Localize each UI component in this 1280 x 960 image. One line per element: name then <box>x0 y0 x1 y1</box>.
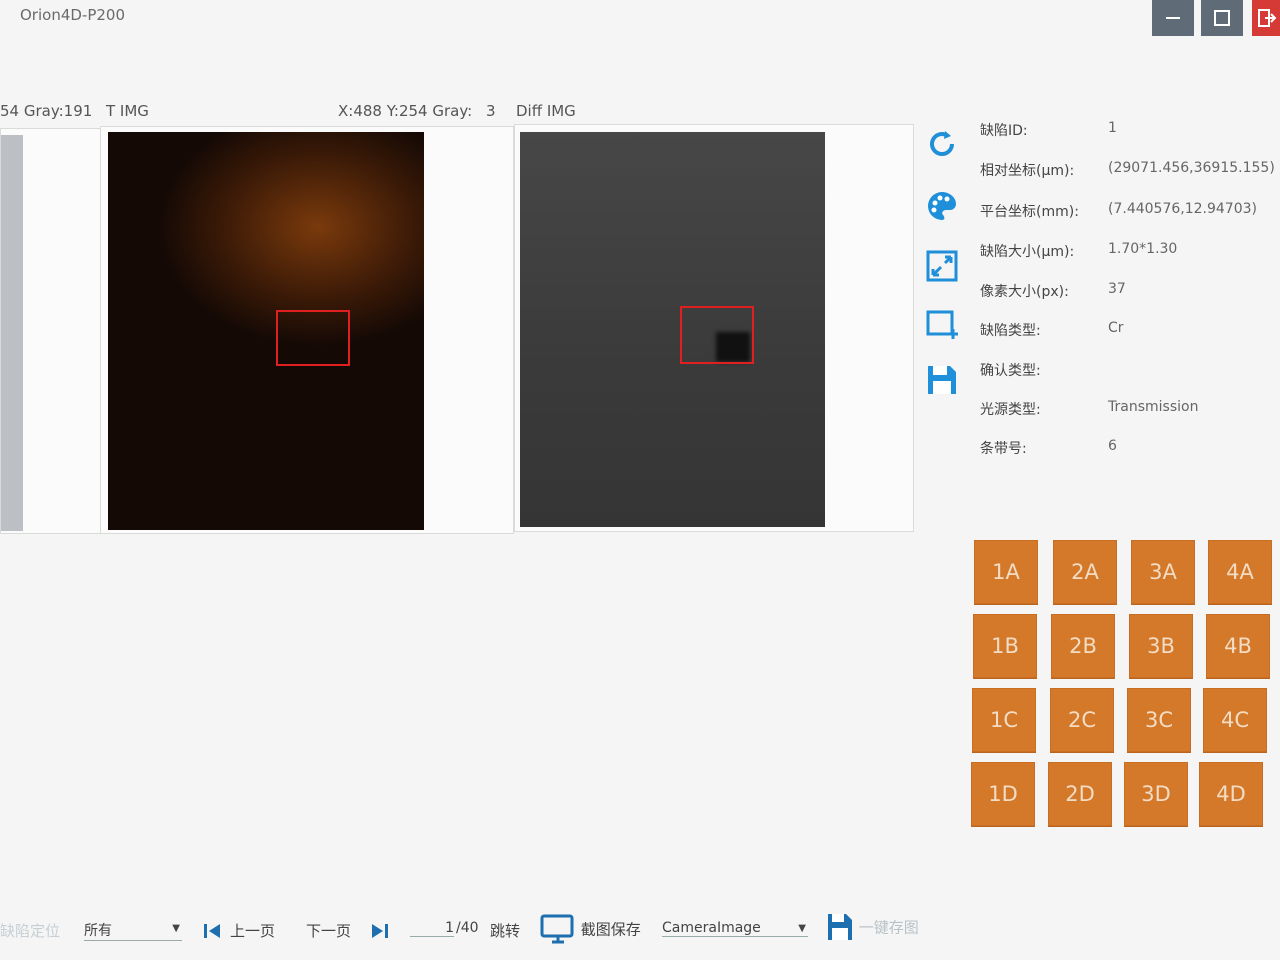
grid-button-4d[interactable]: 4D <box>1199 762 1263 826</box>
first-page-icon <box>204 924 220 938</box>
grid-button-1c[interactable]: 1C <box>972 688 1036 752</box>
minimize-icon <box>1166 17 1180 19</box>
grid-button-1b[interactable]: 1B <box>973 614 1037 678</box>
screenshot-save-label: 截图保存 <box>580 920 641 939</box>
platform-coord-label: 平台坐标(mm): <box>980 204 1079 220</box>
platform-coord-value: (7.440576,12.94703) <box>1108 201 1257 217</box>
defect-size-value: 1.70*1.30 <box>1108 241 1178 257</box>
refresh-icon <box>930 131 954 156</box>
save-all-label: 一键存图 <box>858 918 919 937</box>
grid-button-2a[interactable]: 2A <box>1053 540 1117 604</box>
grid-button-3a[interactable]: 3A <box>1131 540 1195 604</box>
app-title: Orion4D-P200 <box>20 6 126 24</box>
defect-id-value: 1 <box>1108 120 1117 136</box>
jump-button[interactable]: 跳转 <box>490 920 520 941</box>
cursor-info: X:488 Y:254 Gray: <box>338 102 473 120</box>
left-image-strip <box>1 135 23 531</box>
dropdown-arrow-icon: ▼ <box>798 923 806 934</box>
filter-select-value: 所有 <box>84 923 112 939</box>
maximize-icon <box>1214 10 1230 26</box>
t-image[interactable] <box>108 132 424 530</box>
gray-value: 3 <box>486 102 496 120</box>
save-icon <box>928 366 956 394</box>
grid-button-3c[interactable]: 3C <box>1127 688 1191 752</box>
roi-box-diff <box>680 306 754 364</box>
monitor-icon <box>540 914 574 944</box>
grid-button-3b[interactable]: 3B <box>1129 614 1193 678</box>
palette-button[interactable] <box>924 188 960 224</box>
defect-type-value: Cr <box>1108 320 1124 336</box>
save-icon <box>828 914 852 940</box>
grid-button-2b[interactable]: 2B <box>1051 614 1115 678</box>
pixel-size-value: 37 <box>1108 281 1126 297</box>
first-page-button[interactable] <box>202 922 222 944</box>
defect-type-label: 缺陷类型: <box>980 323 1041 339</box>
grid-button-3d[interactable]: 3D <box>1124 762 1188 826</box>
exit-icon <box>1258 9 1277 27</box>
minimize-button[interactable] <box>1152 0 1194 36</box>
left-image-info: 54 Gray:191 <box>0 102 93 120</box>
grid-button-1a[interactable]: 1A <box>974 540 1038 604</box>
light-source-label: 光源类型: <box>980 402 1041 418</box>
refresh-button[interactable] <box>924 126 960 162</box>
grid-button-1d[interactable]: 1D <box>971 762 1035 826</box>
strip-number-label: 条带号: <box>980 441 1027 457</box>
defect-size-label: 缺陷大小(μm): <box>980 244 1075 260</box>
next-page-button[interactable]: 下一页 <box>306 920 351 941</box>
diff-img-label: Diff IMG <box>516 102 576 120</box>
exit-button[interactable] <box>1252 0 1280 36</box>
pixel-size-label: 像素大小(px): <box>980 284 1069 300</box>
t-img-label: T IMG <box>106 102 149 120</box>
grid-button-4b[interactable]: 4B <box>1206 614 1270 678</box>
grid-button-2d[interactable]: 2D <box>1048 762 1112 826</box>
roi-select-icon <box>926 310 958 339</box>
maximize-button[interactable] <box>1201 0 1243 36</box>
image-type-value: CameraImage <box>662 920 761 936</box>
save-all-button[interactable]: 一键存图 <box>826 912 919 942</box>
dropdown-arrow-icon: ▼ <box>172 923 180 934</box>
roi-box-t <box>276 310 350 366</box>
grid-button-2c[interactable]: 2C <box>1050 688 1114 752</box>
fit-screen-button[interactable] <box>924 248 960 284</box>
image-type-select[interactable]: CameraImage ▼ <box>662 920 808 937</box>
filter-select[interactable]: 所有 ▼ <box>84 920 182 941</box>
confirm-type-label: 确认类型: <box>980 363 1041 379</box>
strip-number-value: 6 <box>1108 438 1117 454</box>
grid-button-4c[interactable]: 4C <box>1203 688 1267 752</box>
relative-coord-label: 相对坐标(μm): <box>980 163 1075 179</box>
palette-icon <box>928 192 956 220</box>
light-source-value: Transmission <box>1108 399 1199 415</box>
page-input[interactable]: 1 <box>410 920 454 937</box>
save-button[interactable] <box>924 362 960 398</box>
last-page-button[interactable] <box>370 922 390 944</box>
fit-screen-icon <box>926 250 958 282</box>
defect-locate-label: 缺陷定位 <box>0 922 61 940</box>
roi-select-button[interactable] <box>924 306 960 342</box>
last-page-icon <box>372 924 388 938</box>
prev-page-button[interactable]: 上一页 <box>230 920 275 941</box>
diff-image[interactable] <box>520 132 825 527</box>
defect-id-label: 缺陷ID: <box>980 123 1028 139</box>
page-total: /40 <box>456 920 479 936</box>
grid-button-4a[interactable]: 4A <box>1208 540 1272 604</box>
screenshot-save-button[interactable]: 截图保存 <box>540 914 641 944</box>
left-image-panel[interactable] <box>0 128 114 534</box>
relative-coord-value: (29071.456,36915.155) <box>1108 160 1275 176</box>
